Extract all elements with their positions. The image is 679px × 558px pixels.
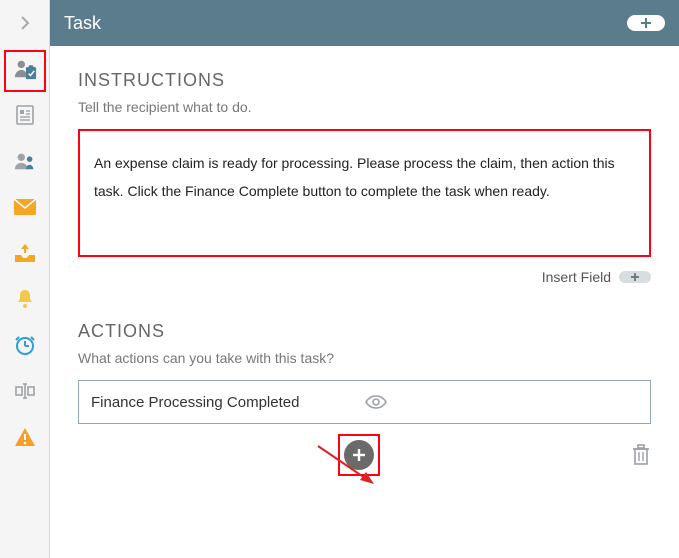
instructions-heading: INSTRUCTIONS xyxy=(78,70,651,91)
delete-action-button[interactable] xyxy=(631,443,651,467)
instructions-subheading: Tell the recipient what to do. xyxy=(78,99,651,115)
inbox-upload-icon xyxy=(13,241,37,265)
sidebar xyxy=(0,0,50,558)
document-icon xyxy=(13,103,37,127)
user-task-icon xyxy=(13,57,37,81)
highlight-add-action xyxy=(338,434,380,476)
action-input[interactable]: Finance Processing Completed xyxy=(78,380,651,424)
plus-icon xyxy=(639,17,653,29)
plus-icon xyxy=(351,447,367,463)
sidebar-item-user-task[interactable] xyxy=(0,46,49,92)
panel-content: INSTRUCTIONS Tell the recipient what to … xyxy=(50,46,679,488)
mail-icon xyxy=(13,195,37,219)
instructions-textarea[interactable]: An expense claim is ready for processing… xyxy=(78,129,651,257)
action-input-value: Finance Processing Completed xyxy=(91,394,365,411)
insert-field-link[interactable]: Insert Field xyxy=(542,269,611,285)
sidebar-item-document[interactable] xyxy=(0,92,49,138)
panel-title: Task xyxy=(64,13,627,34)
actions-heading: ACTIONS xyxy=(78,321,651,342)
sidebar-item-inbox[interactable] xyxy=(0,230,49,276)
clock-icon xyxy=(13,333,37,357)
plus-icon xyxy=(629,272,641,282)
sidebar-item-mail[interactable] xyxy=(0,184,49,230)
instructions-text: An expense claim is ready for processing… xyxy=(94,155,615,199)
add-action-button[interactable] xyxy=(344,440,374,470)
warning-icon xyxy=(13,425,37,449)
sidebar-item-people[interactable] xyxy=(0,138,49,184)
bell-icon xyxy=(13,287,37,311)
eye-icon[interactable] xyxy=(365,395,639,409)
sidebar-item-bell[interactable] xyxy=(0,276,49,322)
sidebar-item-text-cursor[interactable] xyxy=(0,368,49,414)
people-icon xyxy=(13,149,37,173)
panel-header: Task xyxy=(50,0,679,46)
sidebar-item-warning[interactable] xyxy=(0,414,49,460)
main-panel: Task INSTRUCTIONS Tell the recipient wha… xyxy=(50,0,679,558)
sidebar-collapse[interactable] xyxy=(0,0,49,46)
sidebar-item-clock[interactable] xyxy=(0,322,49,368)
text-cursor-icon xyxy=(13,379,37,403)
chevron-right-icon xyxy=(13,11,37,35)
trash-icon xyxy=(631,443,651,467)
insert-field-button[interactable] xyxy=(619,271,651,283)
actions-subheading: What actions can you take with this task… xyxy=(78,350,651,366)
header-add-button[interactable] xyxy=(627,15,665,31)
